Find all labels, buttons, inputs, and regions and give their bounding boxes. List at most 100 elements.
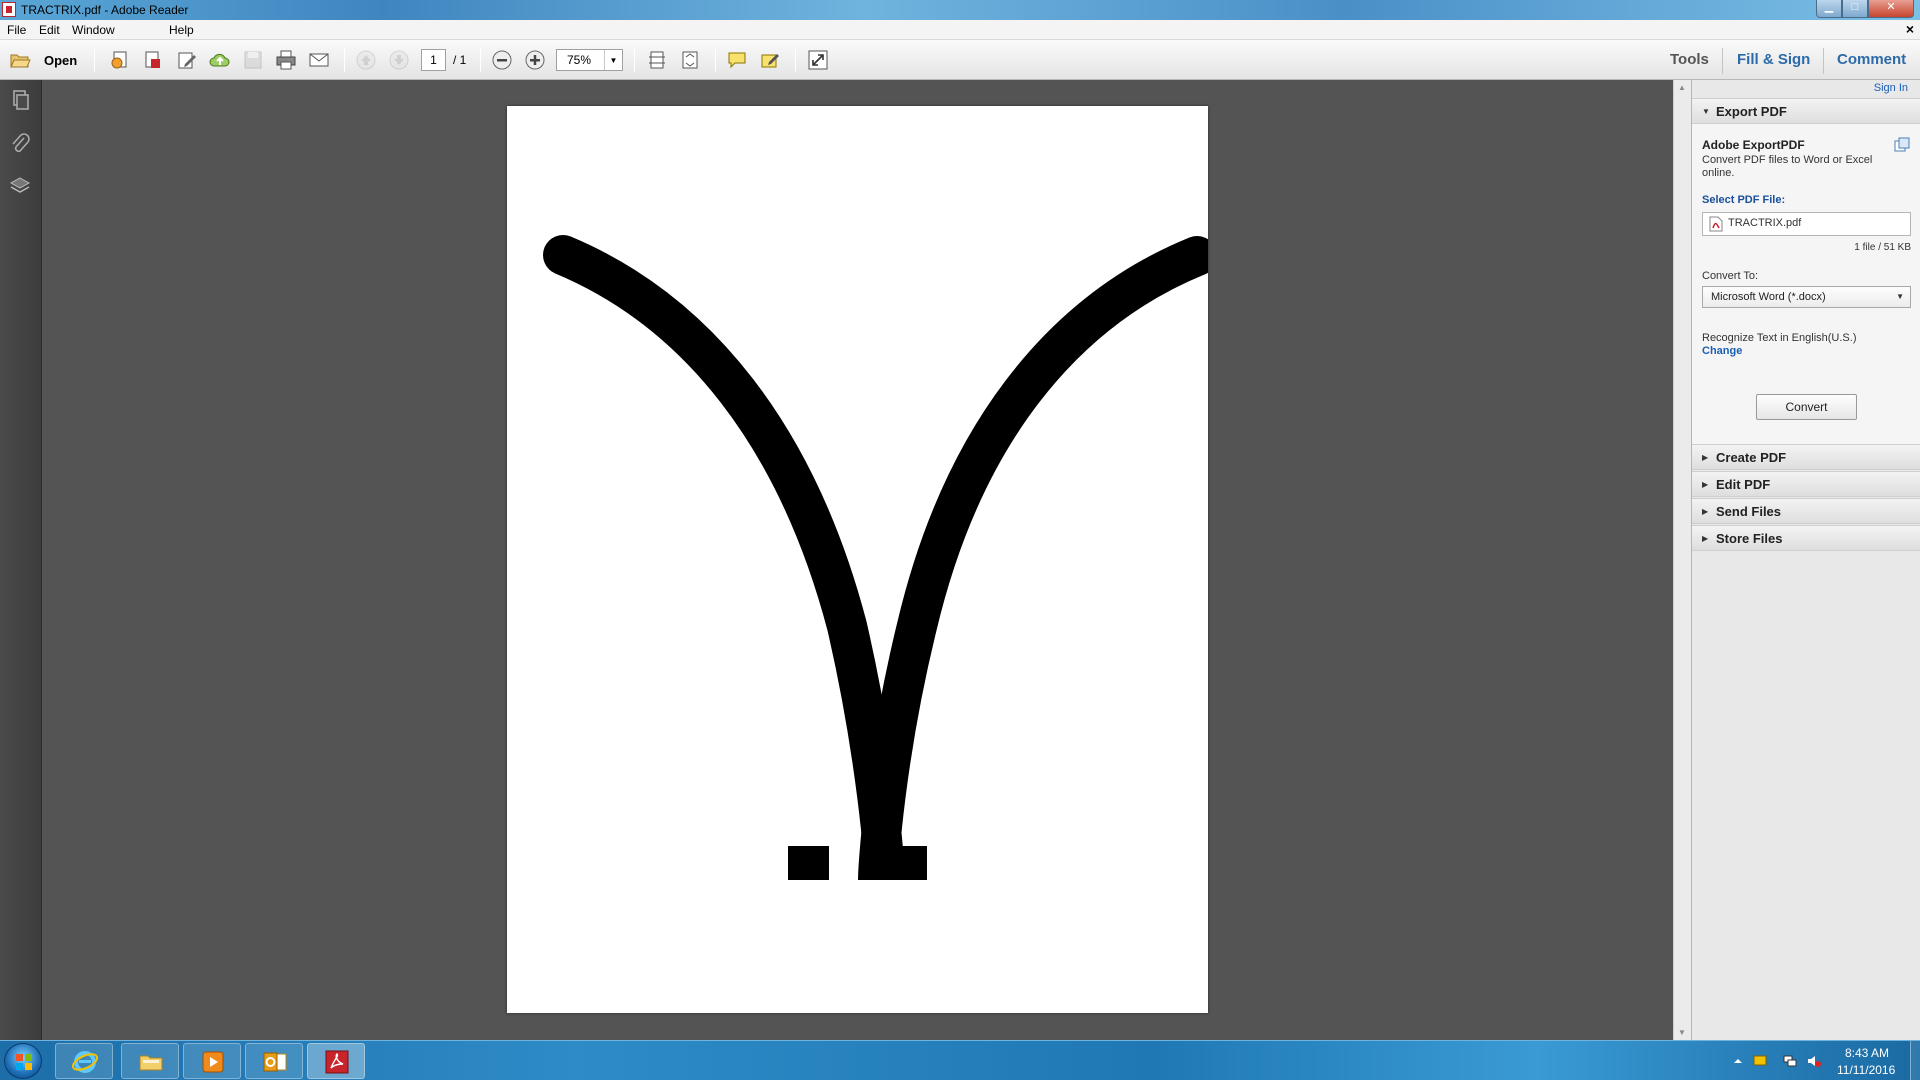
sign-in-link[interactable]: Sign In [1874,82,1908,94]
window-title: TRACTRIX.pdf - Adobe Reader [21,3,189,17]
comment-bubble-icon [728,52,746,69]
expand-icon [808,50,828,70]
page-total: / 1 [453,53,467,67]
previous-page-button[interactable] [354,48,378,72]
document-view[interactable] [42,80,1673,1040]
taskbar-outlook[interactable] [245,1043,303,1079]
attachments-paperclip-icon[interactable] [8,132,32,156]
minimize-button[interactable]: ▁ [1816,0,1842,18]
taskbar: 8:43 AM 11/11/2016 [0,1040,1920,1080]
zoom-in-button[interactable] [523,48,547,72]
highlighter-icon [761,54,779,68]
create-pdf-icon [111,51,127,69]
page-number-input[interactable]: 1 [421,49,446,71]
create-pdf-section-header[interactable]: ▶ Create PDF [1692,444,1920,470]
convert-to-label: Convert To: [1702,270,1759,282]
tab-comment[interactable]: Comment [1837,51,1906,68]
toolbar-separator [634,48,635,72]
navigation-pane [0,80,42,1040]
fit-page-button[interactable] [678,48,702,72]
chevron-down-icon[interactable]: ▼ [604,50,622,70]
highlight-button[interactable] [758,48,782,72]
edit-pdf-button[interactable] [175,48,199,72]
start-button[interactable] [4,1043,42,1079]
store-files-section-header[interactable]: ▶ Store Files [1692,525,1920,551]
clock-time[interactable]: 8:43 AM [1845,1046,1889,1060]
menu-window[interactable]: Window [72,23,115,37]
layers-icon[interactable] [8,174,32,198]
print-button[interactable] [274,48,298,72]
create-pdf-button[interactable] [108,48,132,72]
volume-icon[interactable] [1807,1054,1821,1068]
selected-file-name: TRACTRIX.pdf [1728,217,1802,229]
zoom-level-select[interactable]: 75% ▼ [556,49,623,71]
selected-file-field[interactable]: TRACTRIX.pdf [1702,212,1911,236]
taskbar-file-explorer[interactable] [121,1043,179,1079]
close-button[interactable]: ✕ [1868,0,1914,18]
chevron-right-icon: ▶ [1702,534,1709,543]
email-button[interactable] [307,48,331,72]
convert-format-select[interactable]: Microsoft Word (*.docx) ▼ [1702,286,1911,308]
export-pdf-panel: Adobe ExportPDF Convert PDF files to Wor… [1692,124,1920,444]
fit-page-icon [682,51,698,69]
zoom-out-button[interactable] [490,48,514,72]
upload-button[interactable] [208,48,232,72]
cloud-service-icon[interactable] [1893,136,1911,154]
menu-file[interactable]: File [7,23,26,37]
adobe-reader-icon [2,2,16,17]
tractrix-right-cap-cover [837,880,937,920]
menu-edit[interactable]: Edit [39,23,60,37]
taskbar-media-player[interactable] [183,1043,241,1079]
printer-icon [276,50,296,70]
pdf-page[interactable] [507,106,1208,1013]
folder-icon [139,1055,163,1071]
taskbar-internet-explorer[interactable] [55,1043,113,1079]
maximize-button[interactable]: □ [1842,0,1868,18]
tray-expand-arrow[interactable] [1731,1054,1745,1068]
vertical-scrollbar[interactable]: ▲ ▼ [1673,80,1691,1040]
page-thumbnails-icon[interactable] [8,88,32,112]
tab-fill-sign[interactable]: Fill & Sign [1737,51,1810,68]
scroll-down-arrow[interactable]: ▼ [1678,1028,1686,1037]
windows-logo-icon [16,1054,32,1070]
close-document-button[interactable]: × [1906,21,1914,37]
save-button[interactable] [241,48,265,72]
section-label: Send Files [1716,504,1782,519]
tab-separator [1823,48,1824,74]
network-icon[interactable] [1783,1054,1797,1068]
folder-open-icon [10,54,31,68]
change-language-link[interactable]: Change [1702,345,1742,357]
chevron-right-icon: ▶ [1702,480,1709,489]
toolbar-separator [715,48,716,72]
send-files-section-header[interactable]: ▶ Send Files [1692,498,1920,524]
select-file-label: Select PDF File: [1702,194,1786,206]
show-desktop-button[interactable] [1910,1041,1920,1080]
outlook-icon [263,1052,287,1072]
scroll-up-arrow[interactable]: ▲ [1678,83,1686,92]
tray-flag-icon[interactable] [1753,1054,1767,1068]
tractrix-left-branch [543,235,905,900]
export-description: Convert PDF files to Word or Excel onlin… [1702,154,1873,179]
next-page-button[interactable] [387,48,411,72]
menu-help[interactable]: Help [169,23,194,37]
open-label[interactable]: Open [44,53,77,68]
clock-date[interactable]: 11/11/2016 [1837,1063,1895,1077]
sticky-note-button[interactable] [725,48,749,72]
open-button[interactable] [8,48,32,72]
export-pdf-icon [145,51,160,68]
full-screen-button[interactable] [806,48,830,72]
adobe-reader-icon [325,1050,349,1074]
scroll-mode-button[interactable] [645,48,669,72]
tab-tools[interactable]: Tools [1670,51,1709,68]
tractrix-curve-drawing [543,235,1208,920]
tab-separator [1722,48,1723,74]
taskbar-adobe-reader[interactable] [307,1043,365,1079]
toolbar-separator [795,48,796,72]
export-pdf-button[interactable] [141,48,165,72]
export-pdf-section-header[interactable]: ▼ Export PDF [1692,98,1920,124]
pdf-file-icon [1709,216,1723,232]
section-label: Create PDF [1716,450,1787,465]
convert-button[interactable]: Convert [1756,394,1857,420]
tractrix-left-stem [788,846,829,880]
edit-pdf-section-header[interactable]: ▶ Edit PDF [1692,471,1920,497]
